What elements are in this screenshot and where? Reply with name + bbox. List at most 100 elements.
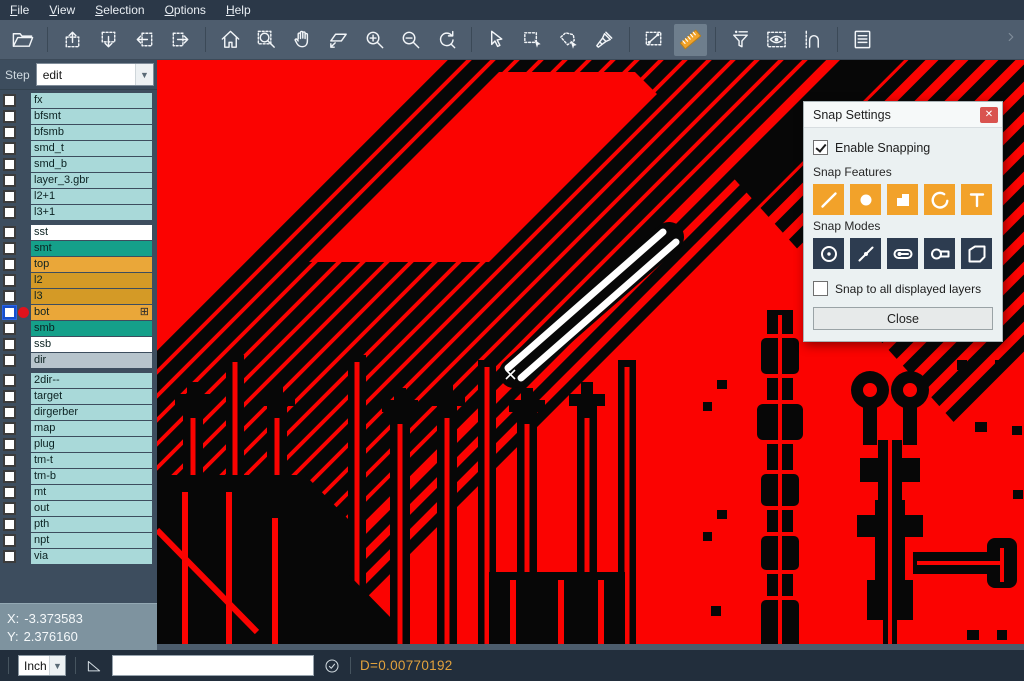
layer-visibility-checkbox[interactable] bbox=[3, 470, 16, 483]
layer-name[interactable]: sst bbox=[31, 225, 152, 240]
layer-name[interactable]: l3 bbox=[31, 289, 152, 304]
layer-visibility-checkbox[interactable] bbox=[3, 242, 16, 255]
layer-row-top[interactable]: top bbox=[0, 257, 157, 272]
layer-name[interactable]: smd_t bbox=[31, 141, 152, 156]
layer-visibility-checkbox[interactable] bbox=[3, 226, 16, 239]
layer-row-l3+1[interactable]: l3+1 bbox=[0, 205, 157, 220]
layer-name[interactable]: dir bbox=[31, 353, 152, 368]
layer-row-smt[interactable]: smt bbox=[0, 241, 157, 256]
select-rect-button[interactable] bbox=[516, 24, 549, 56]
layer-name[interactable]: l2 bbox=[31, 273, 152, 288]
layer-visibility-checkbox[interactable] bbox=[3, 438, 16, 451]
layer-name[interactable]: l2+1 bbox=[31, 189, 152, 204]
report-button[interactable] bbox=[846, 24, 879, 56]
layer-visibility-checkbox[interactable] bbox=[3, 206, 16, 219]
layer-name[interactable]: fx bbox=[31, 93, 152, 108]
zoom-in-button[interactable] bbox=[358, 24, 391, 56]
menu-selection[interactable]: Selection bbox=[95, 3, 144, 17]
layer-visibility-checkbox[interactable] bbox=[3, 374, 16, 387]
snap-outline-button[interactable] bbox=[961, 238, 992, 269]
layer-name[interactable]: mt bbox=[31, 485, 152, 500]
menu-options[interactable]: Options bbox=[165, 3, 206, 17]
chevron-down-icon[interactable]: ▼ bbox=[49, 656, 65, 675]
layer-visibility-checkbox[interactable] bbox=[3, 142, 16, 155]
layer-name[interactable]: out bbox=[31, 501, 152, 516]
layer-row-bot[interactable]: bot⊞ bbox=[0, 305, 157, 320]
zoom-window-button[interactable] bbox=[250, 24, 283, 56]
layer-name[interactable]: npt bbox=[31, 533, 152, 548]
layer-row-l2+1[interactable]: l2+1 bbox=[0, 189, 157, 204]
layer-row-plug[interactable]: plug bbox=[0, 437, 157, 452]
layer-row-tm-t[interactable]: tm-t bbox=[0, 453, 157, 468]
layer-name[interactable]: tm-b bbox=[31, 469, 152, 484]
layer-name[interactable]: ssb bbox=[31, 337, 152, 352]
layer-visibility-checkbox[interactable] bbox=[3, 258, 16, 271]
layer-name[interactable]: bfsmb bbox=[31, 125, 152, 140]
grid-icon[interactable]: ⊞ bbox=[140, 305, 149, 320]
layer-visibility-checkbox[interactable] bbox=[3, 550, 16, 563]
dialog-titlebar[interactable]: Snap Settings ✕ bbox=[804, 102, 1002, 128]
menu-help[interactable]: Help bbox=[226, 3, 251, 17]
snap-slot-button[interactable] bbox=[887, 238, 918, 269]
layer-visibility-checkbox[interactable] bbox=[3, 406, 16, 419]
all-layers-checkbox[interactable] bbox=[813, 281, 828, 296]
menu-file[interactable]: File bbox=[10, 3, 29, 17]
layer-row-out[interactable]: out bbox=[0, 501, 157, 516]
layer-row-l2[interactable]: l2 bbox=[0, 273, 157, 288]
layer-row-map[interactable]: map bbox=[0, 421, 157, 436]
layer-row-2dir--[interactable]: 2dir-- bbox=[0, 373, 157, 388]
layer-visibility-checkbox[interactable] bbox=[3, 290, 16, 303]
layer-name[interactable]: via bbox=[31, 549, 152, 564]
layer-row-target[interactable]: target bbox=[0, 389, 157, 404]
pan-hand-button[interactable] bbox=[286, 24, 319, 56]
layer-visibility-checkbox[interactable] bbox=[3, 354, 16, 367]
layer-visibility-checkbox[interactable] bbox=[3, 158, 16, 171]
layer-name[interactable]: bot⊞ bbox=[31, 305, 152, 320]
layer-name[interactable]: target bbox=[31, 389, 152, 404]
snap-center-button[interactable] bbox=[813, 238, 844, 269]
layer-row-smd_b[interactable]: smd_b bbox=[0, 157, 157, 172]
layer-row-dirgerber[interactable]: dirgerber bbox=[0, 405, 157, 420]
layer-name[interactable]: top bbox=[31, 257, 152, 272]
layer-row-bfsmt[interactable]: bfsmt bbox=[0, 109, 157, 124]
layer-row-mt[interactable]: mt bbox=[0, 485, 157, 500]
import-right-button[interactable] bbox=[164, 24, 197, 56]
layer-visibility-checkbox[interactable] bbox=[3, 454, 16, 467]
layer-name[interactable]: 2dir-- bbox=[31, 373, 152, 388]
sync-icon[interactable] bbox=[323, 657, 341, 675]
layer-row-tm-b[interactable]: tm-b bbox=[0, 469, 157, 484]
clean-brush-button[interactable] bbox=[588, 24, 621, 56]
layer-name[interactable]: dirgerber bbox=[31, 405, 152, 420]
snap-midpoint-button[interactable] bbox=[850, 238, 881, 269]
layer-visibility-checkbox[interactable] bbox=[3, 322, 16, 335]
layer-row-layer_3.gbr[interactable]: layer_3.gbr bbox=[0, 173, 157, 188]
layer-visibility-checkbox[interactable] bbox=[3, 174, 16, 187]
enable-snapping-checkbox[interactable] bbox=[813, 140, 828, 155]
layer-name[interactable]: smt bbox=[31, 241, 152, 256]
snap-pad-button[interactable] bbox=[850, 184, 881, 215]
layer-row-smd_t[interactable]: smd_t bbox=[0, 141, 157, 156]
layer-visibility-checkbox[interactable] bbox=[3, 534, 16, 547]
layer-visibility-checkbox[interactable] bbox=[3, 338, 16, 351]
layer-visibility-checkbox[interactable] bbox=[3, 486, 16, 499]
close-icon[interactable]: ✕ bbox=[980, 107, 998, 123]
net-trace-button[interactable] bbox=[796, 24, 829, 56]
layer-row-fx[interactable]: fx bbox=[0, 93, 157, 108]
layer-visibility-checkbox[interactable] bbox=[3, 190, 16, 203]
zoom-out-button[interactable] bbox=[394, 24, 427, 56]
command-input[interactable] bbox=[112, 655, 314, 676]
open-folder-button[interactable] bbox=[6, 24, 39, 56]
layer-visibility-checkbox[interactable] bbox=[3, 518, 16, 531]
layer-name[interactable]: map bbox=[31, 421, 152, 436]
snap-surface-button[interactable] bbox=[887, 184, 918, 215]
import-left-button[interactable] bbox=[128, 24, 161, 56]
step-select[interactable]: edit ▼ bbox=[36, 63, 154, 86]
ruler-button[interactable] bbox=[674, 24, 707, 56]
select-cursor-button[interactable] bbox=[480, 24, 513, 56]
layer-row-smb[interactable]: smb bbox=[0, 321, 157, 336]
zoom-previous-button[interactable] bbox=[430, 24, 463, 56]
unit-select[interactable]: Inch ▼ bbox=[18, 655, 66, 676]
import-down-button[interactable] bbox=[92, 24, 125, 56]
menu-view[interactable]: View bbox=[49, 3, 75, 17]
snap-keyhole-button[interactable] bbox=[924, 238, 955, 269]
